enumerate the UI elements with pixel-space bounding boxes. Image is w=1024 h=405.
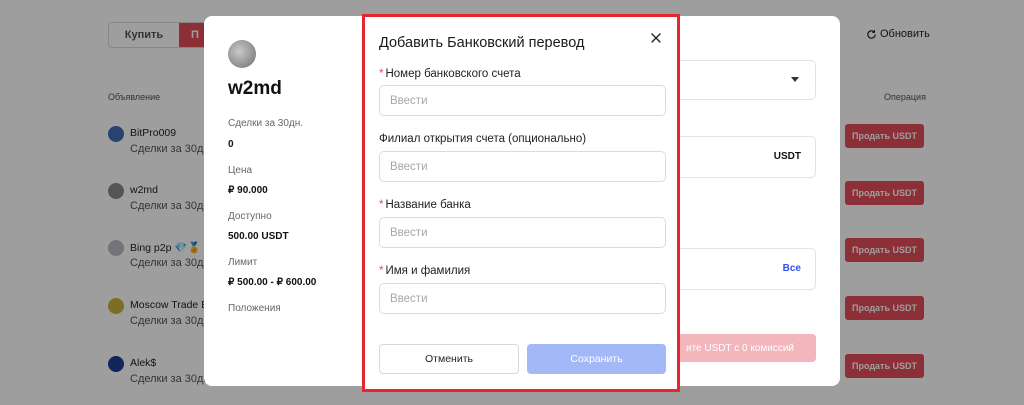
branch-input[interactable] (379, 151, 666, 182)
available-value: 500.00 USDT (228, 231, 289, 242)
account-number-input[interactable] (379, 85, 666, 116)
amount-currency: USDT (773, 151, 801, 162)
deals-value: 0 (228, 139, 234, 150)
bank-name-input[interactable] (379, 217, 666, 248)
available-label: Доступно (228, 211, 272, 222)
full-name-label-text: Имя и фамилия (385, 265, 471, 277)
price-label: Цена (228, 165, 253, 176)
required-mark: * (379, 68, 384, 80)
merchant-name: w2md (228, 78, 282, 99)
close-icon[interactable] (649, 31, 663, 45)
terms-label: Положения (228, 303, 281, 314)
all-button[interactable]: Все (783, 263, 801, 274)
chevron-down-icon (791, 77, 799, 82)
full-name-input[interactable] (379, 283, 666, 314)
save-button[interactable]: Сохранить (527, 344, 666, 374)
bank-name-label-text: Название банка (385, 199, 471, 211)
deals-label: Сделки за 30дн. (228, 118, 304, 129)
branch-label: Филиал открытия счета (опционально) (379, 133, 586, 145)
limit-label: Лимит (228, 257, 258, 268)
amount-input[interactable]: USDT (664, 136, 816, 178)
account-number-label-text: Номер банковского счета (385, 68, 521, 80)
avatar (228, 40, 256, 68)
full-name-label: * Имя и фамилия (379, 265, 470, 277)
price-value: ₽ 90.000 (228, 185, 268, 196)
account-number-label: * Номер банковского счета (379, 68, 521, 80)
modal-title: Добавить Банковский перевод (379, 35, 585, 51)
required-mark: * (379, 265, 384, 277)
cancel-button[interactable]: Отменить (379, 344, 519, 374)
add-bank-transfer-modal: Добавить Банковский перевод * Номер банко… (362, 14, 680, 392)
payment-method-select[interactable] (664, 60, 816, 100)
branch-label-text: Филиал открытия счета (опционально) (379, 133, 587, 145)
receive-input[interactable]: Все (664, 248, 816, 290)
required-mark: * (379, 199, 384, 211)
limit-value: ₽ 500.00 - ₽ 600.00 (228, 277, 317, 288)
bank-name-label: * Название банка (379, 199, 471, 211)
sell-confirm-button[interactable]: ите USDT с 0 комиссий (664, 334, 816, 362)
